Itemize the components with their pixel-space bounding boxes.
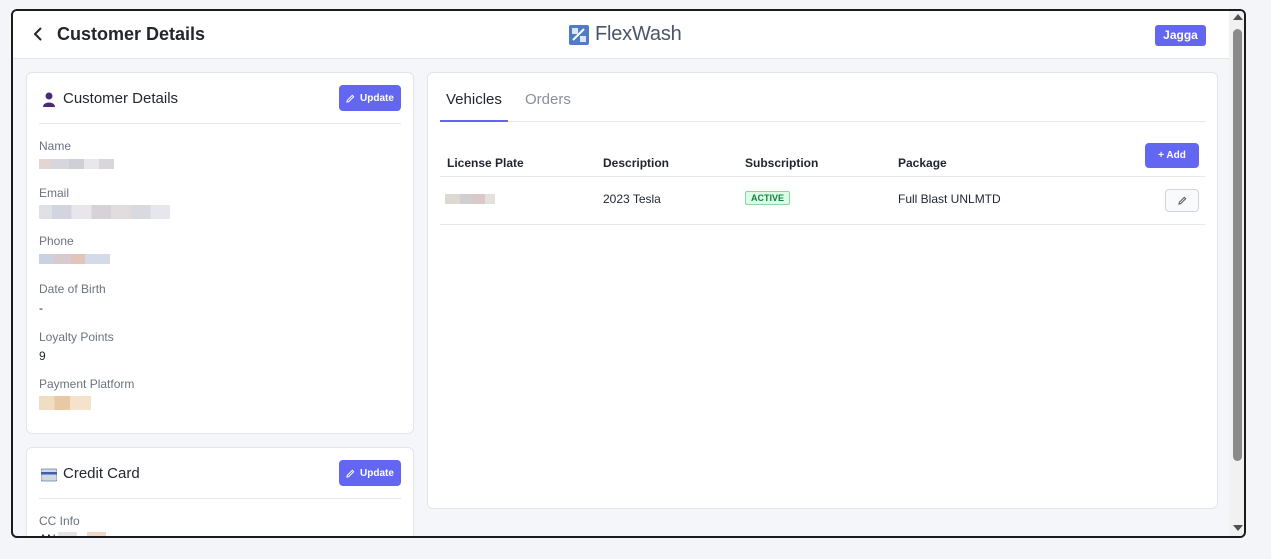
field-label: CC Info — [39, 514, 80, 528]
tab-orders[interactable]: Orders — [525, 91, 571, 122]
customer-details-header: Customer Details Update — [39, 73, 401, 124]
field-date-of-birth: Date of Birth - — [39, 282, 106, 315]
update-label: Update — [360, 467, 394, 479]
credit-card-title: Credit Card — [63, 465, 140, 482]
subscription-status-badge: ACTIVE — [745, 191, 791, 205]
cc-info-text: AN — [39, 532, 56, 536]
pencil-icon — [346, 469, 355, 478]
field-label: Payment Platform — [39, 377, 135, 391]
column-header-license-plate: License Plate — [447, 156, 524, 170]
add-vehicle-button[interactable]: + Add — [1145, 143, 1199, 168]
customer-details-card: Customer Details Update Name Email Phone — [26, 72, 414, 434]
field-payment-platform: Payment Platform — [39, 377, 135, 410]
edit-vehicle-button[interactable] — [1165, 189, 1199, 212]
main-panel: Vehicles Orders + Add License Plate Desc… — [427, 72, 1218, 509]
column-header-subscription: Subscription — [745, 156, 819, 170]
field-label: Date of Birth — [39, 282, 106, 296]
field-email: Email — [39, 186, 170, 219]
field-phone: Phone — [39, 234, 110, 265]
field-label: Loyalty Points — [39, 330, 114, 344]
tab-bar: Vehicles Orders — [440, 83, 1205, 122]
user-menu-button[interactable]: Jagga — [1155, 25, 1206, 46]
cc-info-value: AN — [39, 532, 106, 536]
scroll-down-arrow-icon[interactable] — [1233, 525, 1243, 531]
license-plate-redacted — [445, 193, 495, 207]
pencil-icon — [346, 94, 355, 103]
tab-vehicles[interactable]: Vehicles — [440, 91, 508, 122]
flexwash-logo-icon — [569, 24, 589, 45]
phone-value-redacted — [39, 253, 110, 265]
field-loyalty-points: Loyalty Points 9 — [39, 330, 114, 363]
field-label: Name — [39, 139, 72, 153]
brand: FlexWash — [569, 23, 682, 46]
credit-card-header: Credit Card Update — [39, 448, 401, 499]
column-header-description: Description — [603, 156, 670, 170]
field-name: Name — [39, 139, 114, 170]
page-title: Customer Details — [57, 24, 206, 44]
vehicle-description: 2023 Tesla — [603, 192, 661, 206]
table-header-divider — [440, 176, 1205, 177]
credit-card-icon — [41, 468, 57, 482]
field-cc-info: CC Info AN — [39, 514, 106, 536]
update-label: Update — [360, 92, 394, 104]
payment-platform-value-redacted — [39, 396, 134, 410]
brand-name: FlexWash — [595, 23, 682, 45]
app-window: Customer Details FlexWash Jagga Customer… — [11, 9, 1246, 538]
top-bar: Customer Details FlexWash Jagga — [13, 11, 1229, 59]
vertical-scrollbar[interactable] — [1229, 11, 1244, 536]
chevron-left-icon[interactable] — [29, 25, 47, 43]
update-credit-card-button[interactable]: Update — [339, 460, 401, 486]
cc-info-redacted — [57, 532, 106, 536]
column-header-package: Package — [898, 156, 947, 170]
email-value-redacted — [39, 205, 170, 219]
person-icon — [43, 92, 55, 107]
table-row-divider — [440, 224, 1205, 225]
vehicle-package: Full Blast UNLMTD — [898, 192, 1001, 206]
date-of-birth-value: - — [39, 301, 43, 315]
credit-card-card: Credit Card Update CC Info AN — [26, 447, 414, 536]
field-label: Phone — [39, 234, 74, 248]
scroll-up-arrow-icon[interactable] — [1233, 14, 1243, 20]
pencil-icon — [1177, 196, 1186, 205]
name-value-redacted — [39, 158, 114, 170]
field-label: Email — [39, 186, 70, 200]
scroll-thumb[interactable] — [1233, 29, 1242, 461]
update-customer-button[interactable]: Update — [339, 85, 401, 111]
loyalty-points-value: 9 — [39, 349, 46, 363]
customer-details-title: Customer Details — [63, 90, 179, 107]
